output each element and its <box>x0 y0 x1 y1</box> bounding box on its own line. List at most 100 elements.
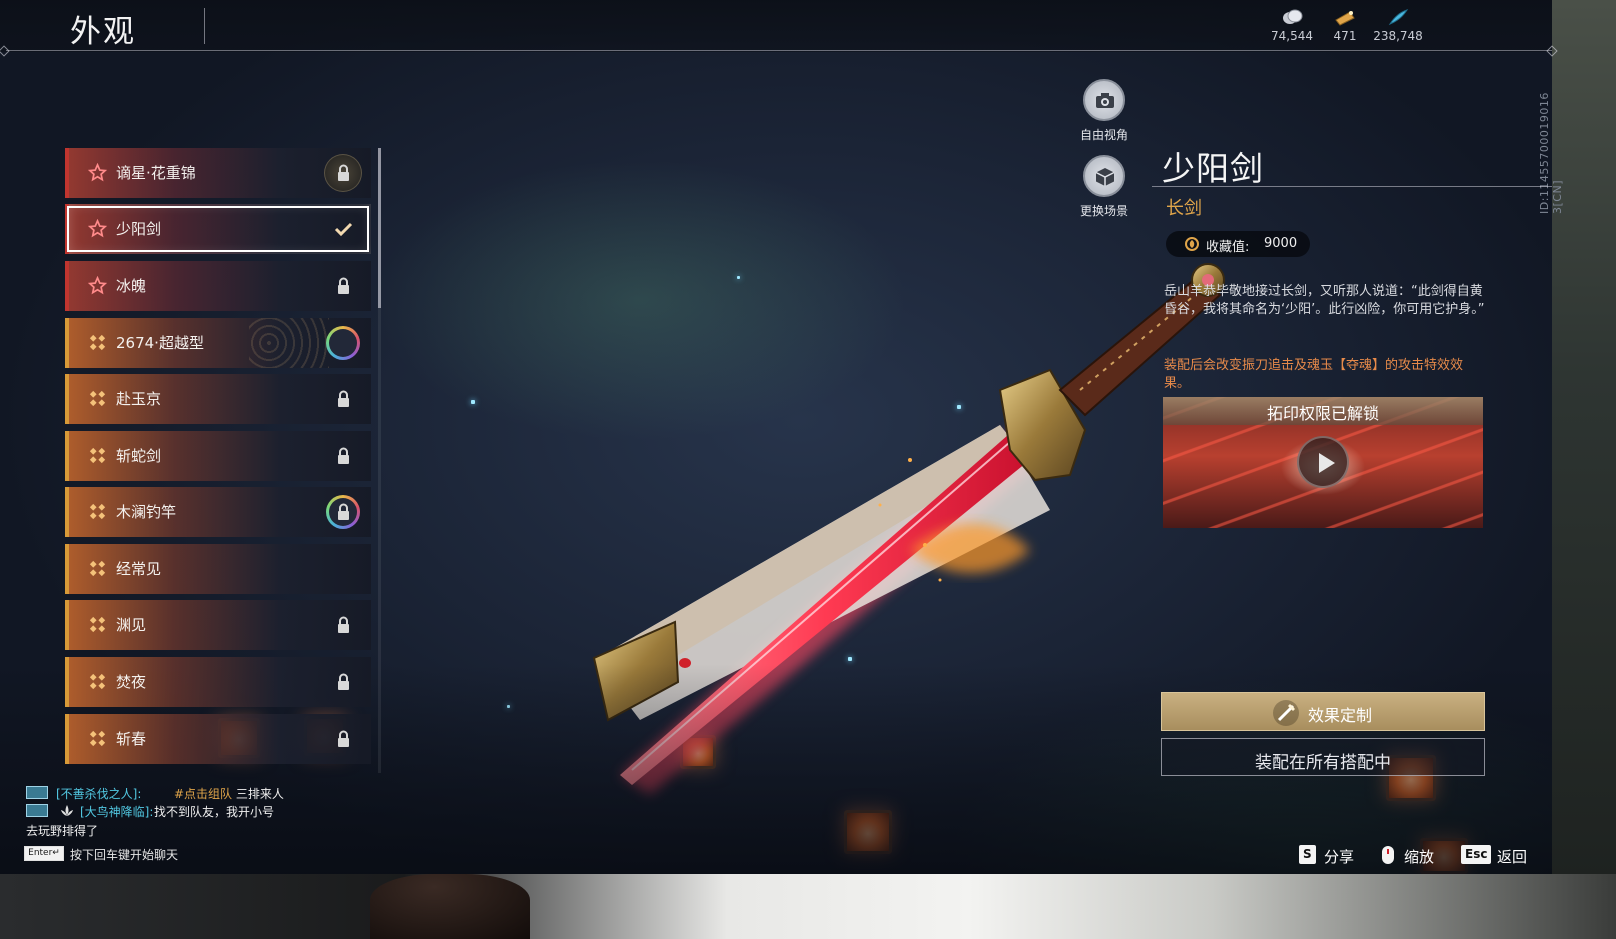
silver-coin-icon <box>1283 9 1303 24</box>
chat-panel: [不善杀伐之人]: #点击组队 三排来人 [大鸟神降临]: 找不到队友，我开小号 <box>26 784 346 820</box>
share-key: S <box>1299 845 1316 864</box>
share-label: 分享 <box>1324 848 1355 866</box>
lock-icon <box>338 164 349 181</box>
skin-list-item[interactable]: 赴玉京 <box>65 374 371 424</box>
chat-channel-icon <box>26 786 48 799</box>
skin-label: 谪星·花重锦 <box>116 164 196 182</box>
background-figure <box>370 874 530 939</box>
star-outline-icon <box>88 163 107 182</box>
flower-icon <box>89 616 106 633</box>
background-window-bottom <box>0 874 1616 939</box>
lotus-icon <box>61 805 73 816</box>
list-scrollbar-thumb[interactable] <box>378 148 381 308</box>
skin-label: 冰魄 <box>116 277 147 295</box>
sparkle <box>471 400 475 404</box>
detail-divider <box>1152 186 1552 187</box>
free-view-label: 自由视角 <box>1079 128 1128 142</box>
checkmark-icon <box>334 222 353 237</box>
skin-list-item-selected[interactable]: 少阳剑 <box>65 204 371 254</box>
chat-message: [大鸟神降临]: 找不到队友，我开小号 <box>26 802 346 820</box>
flower-icon <box>89 447 106 464</box>
skin-list-item[interactable]: 斩蛇剑 <box>65 431 371 481</box>
skin-label: 经常见 <box>116 560 162 578</box>
chat-message: [不善杀伐之人]: #点击组队 三排来人 <box>26 784 346 802</box>
back-label: 返回 <box>1497 848 1528 866</box>
item-description: 岳山羊恭毕敬地接过长剑，又听那人说道：“此剑得自黄昏谷，我将其命名为‘少阳’。此… <box>1164 284 1485 317</box>
star-outline-icon <box>88 219 107 238</box>
lock-icon <box>338 730 349 747</box>
skin-list-item[interactable]: 谪星·花重锦 <box>65 148 371 198</box>
sparkle <box>507 705 510 708</box>
lock-icon <box>338 390 349 407</box>
flower-icon <box>89 730 106 747</box>
top-divider <box>6 50 1552 51</box>
item-type: 长剑 <box>1166 198 1202 219</box>
change-scene-label: 更换场景 <box>1079 204 1128 218</box>
effect-preview-video[interactable]: 拓印权限已解锁 <box>1163 397 1483 528</box>
chat-channel-icon <box>26 804 48 817</box>
camera-icon <box>1096 93 1114 108</box>
flower-icon <box>89 390 106 407</box>
free-view-button[interactable] <box>1083 79 1125 121</box>
top-bar: 外观 74,544 471 238,748 <box>0 0 1552 52</box>
enter-key-icon: Enter↵ <box>24 846 64 861</box>
collection-value: 9000 <box>1264 236 1298 251</box>
item-pattern <box>249 318 329 368</box>
chat-input-hint[interactable]: 按下回车键开始聊天 <box>70 846 178 863</box>
flower-icon <box>89 673 106 690</box>
lock-icon <box>338 277 349 294</box>
collection-value-badge: 收藏值: 9000 <box>1166 231 1310 257</box>
floating-lantern <box>680 735 716 769</box>
gold-ticket-icon <box>1335 11 1355 26</box>
skin-list-item[interactable]: 木澜钓竿 <box>65 487 371 537</box>
skin-list-item[interactable]: 冰魄 <box>65 261 371 311</box>
collection-label: 收藏值: <box>1206 240 1250 255</box>
skin-label: 赴玉京 <box>116 390 162 408</box>
skin-list-item[interactable]: 经常见 <box>65 544 371 594</box>
mouse-scroll-icon <box>1382 846 1394 864</box>
skin-label: 木澜钓竿 <box>116 503 177 521</box>
equip-all-outfits-button[interactable]: 装配在所有搭配中 <box>1161 738 1485 776</box>
player-id: ID:11455700019016 3[CN] <box>1538 92 1564 214</box>
video-title: 拓印权限已解锁 <box>1266 404 1379 423</box>
customize-effect-button[interactable]: 效果定制 <box>1161 692 1485 731</box>
item-name: 少阳剑 <box>1162 149 1264 188</box>
customize-effect-label: 效果定制 <box>1308 706 1373 725</box>
skin-label: 2674·超越型 <box>116 334 204 352</box>
change-scene-button[interactable] <box>1083 155 1125 197</box>
currency-feather-value: 238,748 <box>1373 29 1423 43</box>
skin-label: 斩蛇剑 <box>116 447 162 465</box>
currency-feather[interactable]: 238,748 <box>1363 8 1433 43</box>
esc-key: Esc <box>1461 845 1492 864</box>
equip-all-label: 装配在所有搭配中 <box>1255 753 1391 773</box>
chat-text: 找不到队友，我开小号 <box>154 805 275 819</box>
skin-label: 渊见 <box>116 616 147 634</box>
zoom-label: 缩放 <box>1404 848 1435 866</box>
skin-list-item[interactable]: 渊见 <box>65 600 371 650</box>
chat-team-link[interactable]: #点击组队 <box>174 787 232 801</box>
blue-feather-icon <box>1388 9 1409 26</box>
chat-text-continuation: 去玩野排得了 <box>26 824 99 838</box>
play-icon[interactable] <box>1297 436 1349 488</box>
rainbow-ring-icon <box>326 326 360 360</box>
skin-list-item[interactable]: 斩春 <box>65 714 371 764</box>
chat-text: 三排来人 <box>232 787 284 801</box>
lock-icon <box>338 616 349 633</box>
title-divider <box>204 8 205 44</box>
sword-model <box>592 263 1225 795</box>
flower-icon <box>89 560 106 577</box>
skin-label: 焚夜 <box>116 673 147 691</box>
skin-list-item[interactable]: 2674·超越型 <box>65 318 371 368</box>
skin-label: 斩春 <box>116 730 147 748</box>
chat-sender[interactable]: [不善杀伐之人]: <box>56 785 141 802</box>
lock-icon <box>338 503 349 520</box>
skin-label: 少阳剑 <box>116 220 162 238</box>
skin-list-item[interactable]: 焚夜 <box>65 657 371 707</box>
flower-icon <box>89 503 106 520</box>
brush-icon <box>1273 700 1299 726</box>
chat-sender[interactable]: [大鸟神降临]: <box>80 803 153 820</box>
cube-icon <box>1095 168 1115 186</box>
page-title: 外观 <box>70 14 136 50</box>
flower-icon <box>89 334 106 351</box>
collection-icon <box>1185 237 1199 251</box>
